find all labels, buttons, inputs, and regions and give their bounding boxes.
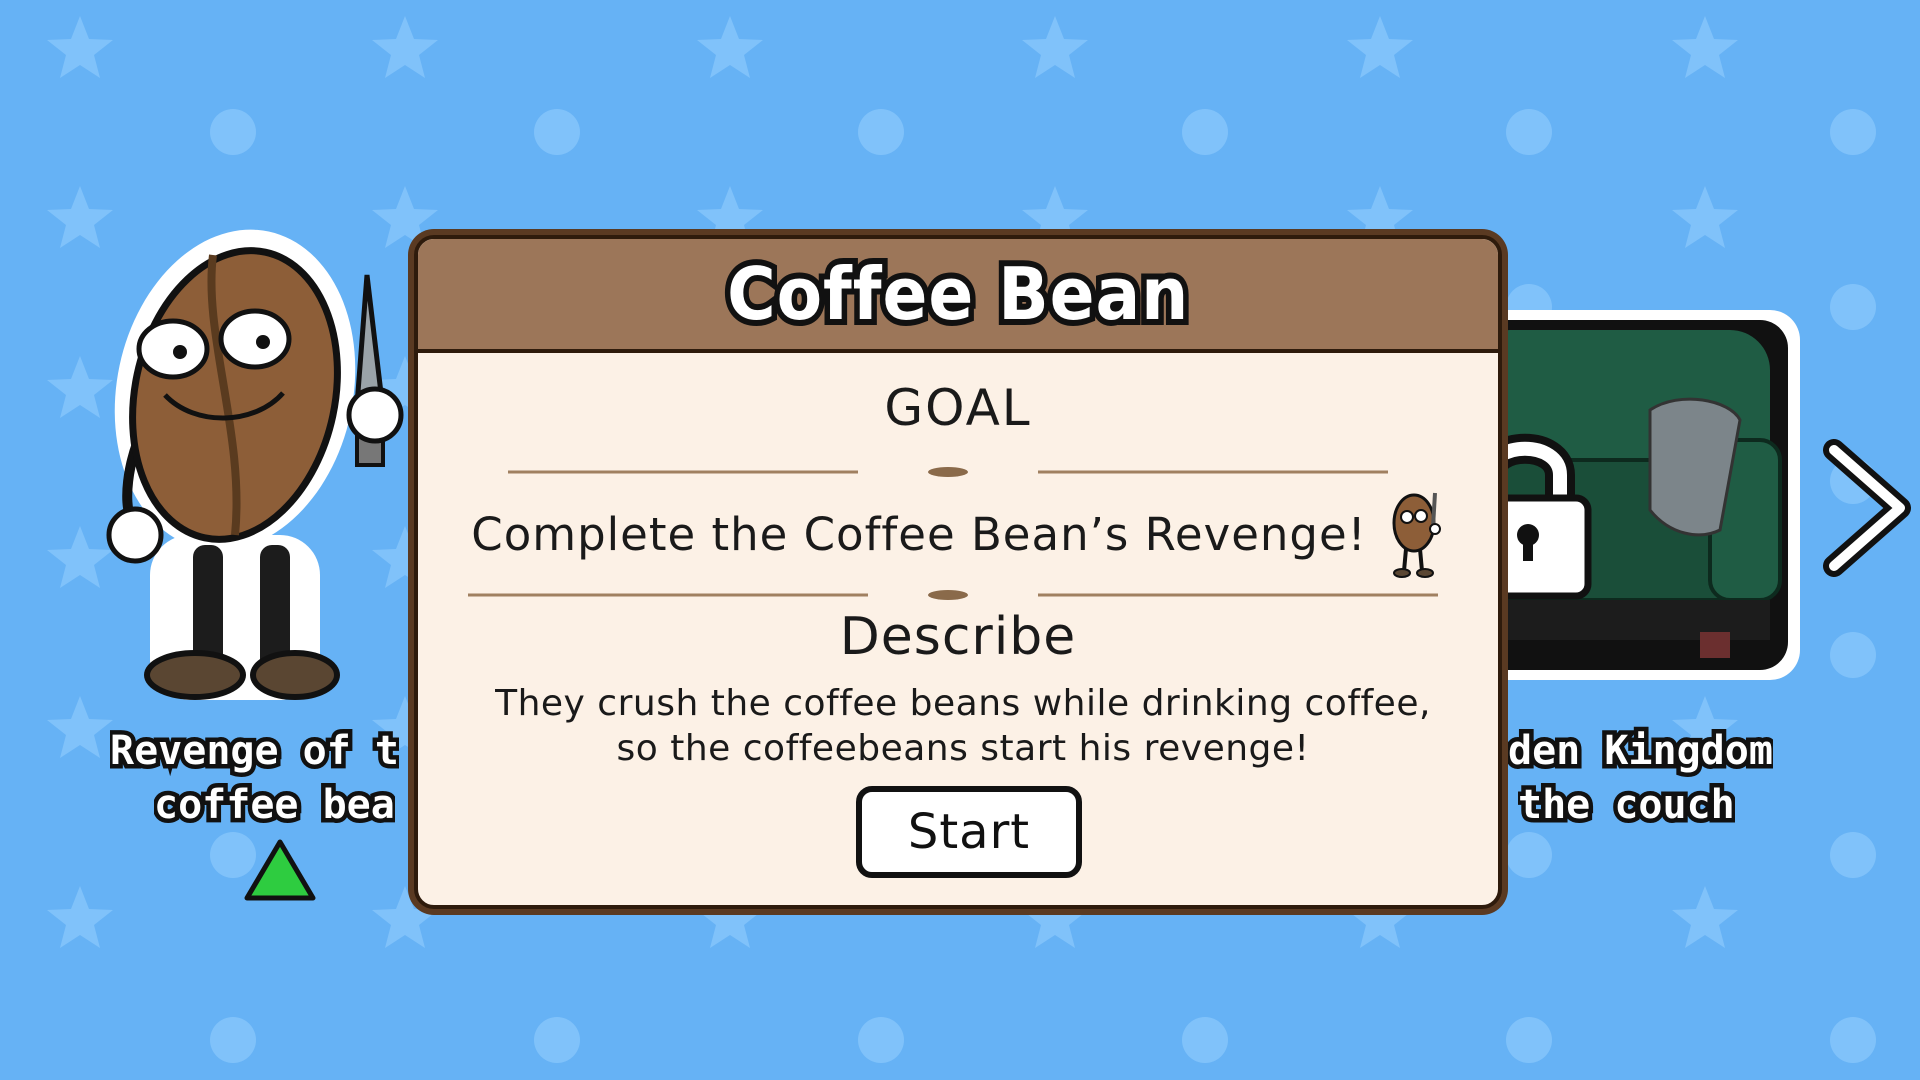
chevron-right-icon[interactable]: [1822, 438, 1912, 578]
dialog-body: Coffee Bean GOAL Complete the Coffee Bea…: [414, 235, 1502, 909]
level-card-coffee-bean[interactable]: [95, 215, 435, 715]
level-info-dialog: Coffee Bean GOAL Complete the Coffee Bea…: [408, 229, 1508, 915]
describe-line: They crush the coffee beans while drinki…: [495, 683, 1431, 724]
level-title-line-2: the couch: [1518, 778, 1735, 832]
level-card-locked[interactable]: [1470, 310, 1820, 690]
level-title-line-1: den Kingdom: [1508, 724, 1773, 778]
goal-row: Complete the Coffee Bean’s Revenge!: [418, 489, 1498, 579]
level-title-line-1: Revenge of t: [110, 724, 399, 778]
level-title-right: den Kingdom the couch: [1508, 720, 1808, 840]
describe-heading: Describe: [839, 607, 1077, 667]
coffee-bean-character-icon: [1392, 492, 1441, 578]
level-title-line-2: coffee bea: [154, 778, 395, 832]
goal-text: Complete the Coffee Bean’s Revenge!: [471, 507, 1367, 561]
dialog-header: Coffee Bean: [418, 239, 1498, 353]
divider: [508, 467, 1388, 477]
dialog-title: Coffee Bean: [721, 252, 1193, 336]
describe-line: so the coffeebeans start his revenge!: [616, 728, 1310, 769]
green-triangle-icon: [244, 839, 316, 901]
level-title-left: Revenge of t coffee bea: [95, 720, 408, 840]
goal-heading: GOAL: [884, 379, 1032, 437]
describe-text: They crush the coffee beans while drinki…: [458, 681, 1468, 771]
divider: [468, 590, 1438, 600]
start-button[interactable]: Start: [856, 786, 1082, 878]
coffee-bean-character-icon: [106, 229, 404, 700]
